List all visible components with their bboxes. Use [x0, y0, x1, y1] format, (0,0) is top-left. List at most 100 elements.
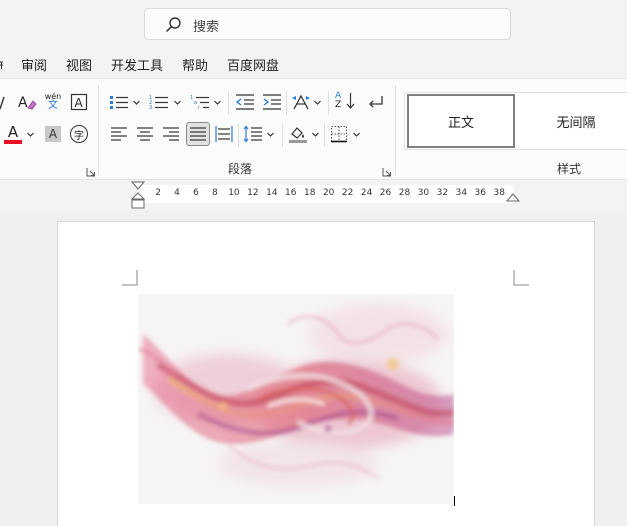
clear-formatting-icon: A [18, 95, 37, 111]
sort-button[interactable]: A Z [334, 90, 356, 112]
truncated-tab-icon [0, 61, 3, 69]
styles-group-label: 样式 [557, 162, 582, 176]
numbering-chevron-down-icon[interactable] [173, 98, 182, 107]
tab-developer[interactable]: 开发工具 [111, 55, 163, 74]
tab-help[interactable]: 帮助 [182, 55, 208, 74]
character-border-button[interactable]: A [68, 91, 90, 113]
font-fragment-icon[interactable] [0, 92, 8, 114]
font-color-swatch [4, 139, 22, 144]
decrease-indent-button[interactable] [234, 91, 256, 113]
ruler-tick-label: 8 [212, 188, 218, 198]
enclose-characters-button[interactable]: 字 [68, 123, 90, 145]
paragraph-dialog-launcher-icon[interactable] [382, 167, 392, 177]
enclose-characters-glyph: 字 [70, 125, 88, 143]
horizontal-ruler[interactable]: 2 4 6 8 10 12 14 16 18 20 22 24 26 28 30 32 34 36 38 [0, 180, 627, 210]
ruler-tick-label: 26 [379, 188, 392, 198]
ruler-tick-label: 24 [360, 188, 373, 198]
align-right-button[interactable] [160, 123, 182, 145]
search-box[interactable]: 搜索 [144, 8, 511, 40]
distributed-button[interactable] [213, 123, 235, 145]
align-right-icon [163, 127, 179, 141]
bullets-chevron-down-icon[interactable] [132, 98, 141, 107]
font-dialog-launcher-icon[interactable] [86, 167, 96, 177]
justify-button[interactable] [186, 122, 210, 146]
font-color-chevron-down-icon[interactable] [26, 130, 35, 139]
line-spacing-icon [243, 125, 262, 143]
phonetic-guide-bottom: 文 [48, 100, 58, 111]
phonetic-guide-button[interactable]: wén 文 [42, 91, 64, 113]
multilevel-list-button[interactable]: 1ai [189, 91, 211, 113]
show-formatting-marks-button[interactable] [364, 91, 386, 113]
document-canvas [0, 210, 627, 526]
right-indent-marker-icon[interactable] [505, 193, 521, 205]
margin-corner-mark [122, 270, 138, 286]
ruler-tick-label: 16 [285, 188, 297, 198]
menu-bar: 审阅 视图 开发工具 帮助 百度网盘 [0, 47, 627, 77]
sort-arrow-icon [346, 93, 355, 109]
row-separator [228, 91, 229, 115]
character-shading-button[interactable]: A [42, 123, 64, 145]
multilevel-list-chevron-down-icon[interactable] [213, 98, 222, 107]
row-separator [286, 91, 287, 115]
align-left-icon [111, 127, 127, 141]
shading-chevron-down-icon[interactable] [311, 130, 320, 139]
ribbon: A wén 文 A A A 字 123 1 a i A Z 段落 正文 无间隔 … [0, 78, 627, 180]
inserted-image[interactable] [138, 294, 454, 504]
ruler-tick-label: 34 [455, 188, 468, 198]
borders-chevron-down-icon[interactable] [352, 130, 361, 139]
document-page[interactable] [57, 221, 595, 526]
ruler-tick-label: 14 [266, 188, 278, 198]
ruler-tick-label: 18 [304, 188, 316, 198]
svg-text:A: A [18, 95, 28, 111]
svg-text:A: A [75, 96, 84, 110]
clear-formatting-button[interactable]: A [16, 91, 38, 113]
numbering-button[interactable]: 123 [148, 91, 170, 113]
chinese-layout-chevron-down-icon[interactable] [313, 98, 322, 107]
ruler-tick-label: 30 [417, 188, 430, 198]
increase-indent-icon [263, 94, 281, 110]
ruler-tick-label: 38 [493, 188, 505, 198]
distributed-icon [215, 126, 233, 142]
style-normal[interactable]: 正文 [407, 94, 515, 148]
svg-text:a: a [194, 100, 197, 106]
search-icon [166, 17, 181, 32]
paragraph-mark-icon [369, 96, 383, 108]
align-left-button[interactable] [108, 123, 130, 145]
increase-indent-button[interactable] [261, 91, 283, 113]
row-separator [324, 123, 325, 147]
align-center-button[interactable] [134, 123, 156, 145]
chinese-layout-button[interactable] [290, 91, 312, 113]
row-separator [328, 91, 329, 115]
svg-text:1: 1 [190, 95, 193, 101]
chinese-layout-icon [292, 94, 310, 110]
line-spacing-button[interactable] [242, 123, 264, 145]
tab-view[interactable]: 视图 [66, 55, 92, 74]
ruler-tick-label: 32 [436, 188, 449, 198]
abstract-ink-swirl-image [138, 294, 454, 504]
paint-bucket-icon [289, 127, 307, 143]
borders-button[interactable] [328, 123, 350, 145]
tab-review[interactable]: 审阅 [21, 55, 47, 74]
font-color-letter: A [7, 122, 19, 141]
ruler-tick-label: 4 [174, 188, 180, 198]
styles-gallery: 正文 无间隔 [404, 92, 627, 150]
line-spacing-chevron-down-icon[interactable] [266, 130, 275, 139]
shading-button[interactable] [287, 123, 309, 145]
style-no-spacing[interactable]: 无间隔 [517, 93, 627, 149]
ruler-tick-label: 6 [193, 188, 199, 198]
text-cursor [454, 496, 455, 506]
row-separator [238, 123, 239, 147]
bullets-icon [110, 96, 128, 109]
margin-corner-mark [513, 270, 529, 286]
svg-text:3: 3 [149, 105, 152, 111]
character-shading-letter: A [45, 126, 61, 142]
ruler-tick-label: 10 [228, 188, 240, 198]
font-color-button[interactable]: A [2, 123, 24, 145]
borders-icon [331, 126, 347, 143]
indent-markers-icon[interactable] [130, 181, 146, 210]
tab-baidu-netdisk[interactable]: 百度网盘 [227, 55, 279, 74]
group-separator [395, 85, 396, 175]
ruler-tick-label: 12 [247, 188, 259, 198]
group-separator [98, 85, 99, 175]
bullets-button[interactable] [108, 91, 130, 113]
